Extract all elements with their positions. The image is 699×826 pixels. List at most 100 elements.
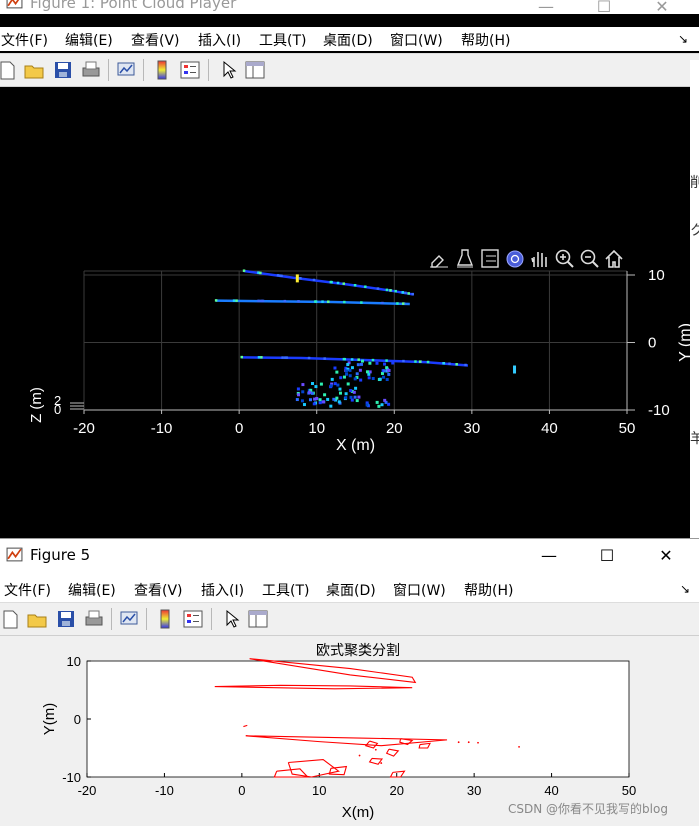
point (385, 378, 389, 382)
menu-window[interactable]: 窗口(W) (393, 580, 446, 600)
new-file-icon[interactable] (0, 59, 18, 81)
menu-help[interactable]: 帮助(H) (461, 30, 510, 50)
menu-insert[interactable]: 插入(I) (201, 580, 244, 600)
close-button[interactable]: ✕ (640, 0, 684, 20)
save-icon[interactable] (55, 608, 77, 630)
menu-edit[interactable]: 编辑(E) (65, 30, 113, 50)
colorbar-icon[interactable] (154, 608, 176, 630)
point (376, 287, 380, 290)
x-tick-label: 20 (386, 420, 403, 437)
maximize-button[interactable]: ☐ (582, 0, 626, 20)
colorbar-icon[interactable] (151, 59, 173, 81)
minimize-button[interactable]: — (524, 0, 568, 20)
menu-desktop[interactable]: 桌面(D) (326, 580, 376, 600)
property-editor-icon[interactable] (244, 59, 266, 81)
point (335, 370, 339, 374)
toolbar-separator (143, 59, 144, 81)
point (312, 402, 316, 406)
open-folder-icon[interactable] (23, 59, 45, 81)
x-tick-label: 20 (389, 783, 403, 798)
menu-file[interactable]: 文件(F) (1, 30, 48, 50)
minimize-button[interactable]: — (527, 541, 571, 569)
menu-file[interactable]: 文件(F) (4, 580, 51, 600)
point-cloud-axes[interactable]: -20-1001020304050X (m)100-10Y (m)20Z (m) (0, 87, 690, 540)
point (355, 372, 359, 376)
print-icon[interactable] (80, 59, 102, 81)
toolbar-dock-arrow-icon[interactable]: ↘ (680, 582, 690, 596)
point (339, 376, 343, 380)
close-button[interactable]: ✕ (644, 541, 688, 569)
open-folder-icon[interactable] (26, 608, 48, 630)
data-tips-icon[interactable] (456, 249, 474, 268)
pointer-icon[interactable] (217, 59, 239, 81)
pointer-icon[interactable] (220, 608, 242, 630)
point (371, 358, 375, 362)
property-editor-icon[interactable] (247, 608, 269, 630)
point (385, 288, 389, 292)
point (318, 398, 322, 402)
toolbar-separator (108, 59, 109, 81)
point (235, 299, 238, 302)
figure1-plot-area: -20-1001020304050X (m)100-10Y (m)20Z (m) (0, 87, 690, 540)
cluster-axes[interactable]: 欧式聚类分割-20 -10 0 10 20 30 40 50X(m)100-10Y(m) (0, 636, 699, 826)
menu-window[interactable]: 窗口(W) (390, 30, 443, 50)
point (378, 377, 382, 381)
point (329, 384, 333, 388)
figure5-plot-area: 欧式聚类分割 -20 -10 0 10 20 30 40 50 X(m) 10 0 -10 Y(m) CS… (0, 636, 699, 826)
point-cloud-line (241, 356, 469, 367)
point (368, 361, 372, 365)
maximize-button[interactable]: ☐ (585, 541, 629, 569)
menu-tools[interactable]: 工具(T) (259, 30, 306, 50)
point (297, 300, 300, 303)
point (383, 362, 387, 366)
brush-icon[interactable] (430, 255, 448, 268)
link-plot-icon[interactable] (115, 59, 137, 81)
point (355, 399, 359, 403)
print-icon[interactable] (83, 608, 105, 630)
point (261, 299, 265, 303)
background-window-strip: 削 ク 羊 (690, 60, 699, 540)
legend-icon[interactable] (179, 59, 201, 81)
point (318, 401, 322, 405)
point (301, 390, 305, 394)
point (283, 299, 287, 303)
toolbar-dock-arrow-icon[interactable]: ↘ (678, 32, 688, 46)
x-tick-label: 50 (619, 420, 636, 437)
rotate-icon[interactable] (506, 250, 524, 268)
menu-desktop[interactable]: 桌面(D) (323, 30, 373, 50)
figure5-titlebar[interactable]: Figure 5 — ☐ ✕ (0, 539, 699, 571)
point (394, 289, 397, 293)
menu-tools[interactable]: 工具(T) (262, 580, 309, 600)
side-fragment: ク (690, 223, 699, 239)
home-icon[interactable] (605, 249, 623, 268)
menu-insert[interactable]: 插入(I) (198, 30, 241, 50)
zoom-out-icon[interactable] (580, 249, 599, 268)
figure1-titlebar[interactable]: Figure 1: Point Cloud Player — ☐ ✕ (0, 0, 699, 16)
x-axis-label: X (m) (336, 437, 375, 454)
new-file-icon[interactable] (0, 608, 21, 630)
matlab-figure-icon (6, 0, 23, 9)
menu-view[interactable]: 查看(V) (131, 30, 180, 50)
figure1-menubar: 文件(F) 编辑(E) 查看(V) 插入(I) 工具(T) 桌面(D) 窗口(W… (0, 27, 699, 51)
point (329, 280, 333, 284)
save-icon[interactable] (52, 59, 74, 81)
point (448, 362, 451, 365)
menu-view[interactable]: 查看(V) (134, 580, 183, 600)
point (308, 390, 312, 394)
point (353, 377, 357, 381)
legend-icon[interactable] (182, 608, 204, 630)
point (336, 383, 340, 387)
point (314, 300, 317, 303)
zoom-in-icon[interactable] (555, 249, 574, 268)
menu-help[interactable]: 帮助(H) (464, 580, 513, 600)
link-plot-icon[interactable] (118, 608, 140, 630)
menu-edit[interactable]: 编辑(E) (68, 580, 116, 600)
legend-toggle-icon[interactable] (481, 249, 499, 268)
point (387, 402, 391, 406)
point (353, 283, 357, 287)
point (402, 359, 405, 363)
cluster-point (374, 748, 377, 751)
pan-icon[interactable] (531, 252, 547, 267)
point (281, 356, 284, 359)
point (336, 281, 340, 285)
